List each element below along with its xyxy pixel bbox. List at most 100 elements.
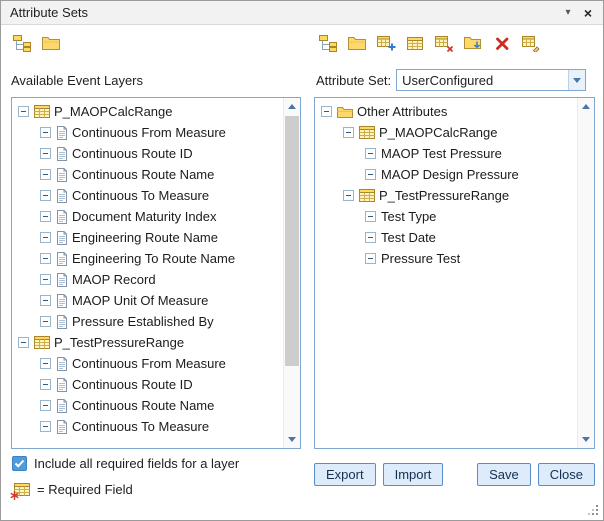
close-button[interactable]: Close <box>538 463 595 486</box>
collapse-expander-icon[interactable] <box>40 274 51 285</box>
tree-item[interactable]: Other Attributes <box>315 101 577 122</box>
tree-item[interactable]: Continuous From Measure <box>12 353 283 374</box>
right-panel-scrollbar[interactable] <box>577 98 594 448</box>
doc-icon <box>56 189 68 203</box>
doc-icon <box>56 252 68 266</box>
tree-item[interactable]: Continuous Route ID <box>12 143 283 164</box>
collapse-expander-icon[interactable] <box>365 253 376 264</box>
delete-attribute-set-icon[interactable] <box>489 31 514 55</box>
collapse-expander-icon[interactable] <box>40 400 51 411</box>
tree-item[interactable]: P_TestPressureRange <box>12 332 283 353</box>
new-attribute-set-icon[interactable] <box>9 31 34 55</box>
collapse-expander-icon[interactable] <box>18 106 29 117</box>
tree-item-label: MAOP Design Pressure <box>381 167 519 182</box>
tree-item[interactable]: Document Maturity Index <box>12 206 283 227</box>
tree-item[interactable]: MAOP Design Pressure <box>315 164 577 185</box>
collapse-expander-icon[interactable] <box>18 337 29 348</box>
save-attribute-set-icon[interactable] <box>460 31 485 55</box>
collapse-expander-icon[interactable] <box>40 211 51 222</box>
scroll-up-icon[interactable] <box>578 98 594 115</box>
tree-item[interactable]: MAOP Record <box>12 269 283 290</box>
tree-item[interactable]: MAOP Test Pressure <box>315 143 577 164</box>
tree-item[interactable]: MAOP Unit Of Measure <box>12 290 283 311</box>
collapse-expander-icon[interactable] <box>365 148 376 159</box>
save-button[interactable]: Save <box>477 463 531 486</box>
tree-item[interactable]: Engineering To Route Name <box>12 248 283 269</box>
attribute-set-row: Attribute Set: UserConfigured <box>316 69 586 91</box>
tree-item-label: P_MAOPCalcRange <box>379 125 498 140</box>
tree-item[interactable]: P_TestPressureRange <box>315 185 577 206</box>
tree-item-label: Test Date <box>381 230 436 245</box>
tree-item[interactable]: Engineering Route Name <box>12 227 283 248</box>
collapse-expander-icon[interactable] <box>321 106 332 117</box>
doc-icon <box>56 399 68 413</box>
scroll-up-icon[interactable] <box>284 98 300 115</box>
left-panel-scrollbar[interactable] <box>283 98 300 448</box>
tree-item[interactable]: Continuous Route Name <box>12 164 283 185</box>
collapse-expander-icon[interactable] <box>365 169 376 180</box>
include-required-fields-label: Include all required fields for a layer <box>34 456 239 471</box>
footer-buttons: Export Import Save Close <box>314 463 595 486</box>
collapse-expander-icon[interactable] <box>40 295 51 306</box>
collapse-expander-icon[interactable] <box>365 232 376 243</box>
required-field-icon <box>12 483 30 497</box>
collapse-expander-icon[interactable] <box>40 253 51 264</box>
collapse-expander-icon[interactable] <box>40 127 51 138</box>
doc-icon <box>56 357 68 371</box>
folder-icon <box>337 105 353 118</box>
table-icon <box>359 126 375 139</box>
remove-field-icon[interactable] <box>431 31 456 55</box>
required-asterisk-icon <box>10 491 19 500</box>
toolbar-left <box>9 31 67 55</box>
collapse-expander-icon[interactable] <box>343 127 354 138</box>
tree-item[interactable]: P_MAOPCalcRange <box>12 101 283 122</box>
tree-item[interactable]: Continuous Route ID <box>12 374 283 395</box>
scroll-down-icon[interactable] <box>284 431 300 448</box>
table-icon <box>359 189 375 202</box>
open-attribute-set-icon[interactable] <box>344 31 369 55</box>
collapse-expander-icon[interactable] <box>40 169 51 180</box>
collapse-expander-icon[interactable] <box>40 358 51 369</box>
include-required-fields-checkbox[interactable] <box>12 456 27 471</box>
open-attribute-set-icon[interactable] <box>38 31 63 55</box>
tree-item-label: Continuous Route Name <box>72 398 214 413</box>
collapse-expander-icon[interactable] <box>365 211 376 222</box>
tree-item-label: Continuous To Measure <box>72 188 209 203</box>
collapse-window-icon[interactable]: ▾ <box>558 4 578 22</box>
collapse-expander-icon[interactable] <box>343 190 354 201</box>
scroll-down-icon[interactable] <box>578 431 594 448</box>
add-field-icon[interactable] <box>373 31 398 55</box>
tree-item-label: Pressure Established By <box>72 314 214 329</box>
dropdown-arrow-icon[interactable] <box>568 70 585 90</box>
collapse-expander-icon[interactable] <box>40 190 51 201</box>
tree-item[interactable]: Continuous Route Name <box>12 395 283 416</box>
edit-attribute-set-icon[interactable] <box>518 31 543 55</box>
resize-grip-icon[interactable] <box>596 513 598 515</box>
tree-item-label: Continuous Route Name <box>72 167 214 182</box>
tree-item[interactable]: Continuous To Measure <box>12 185 283 206</box>
tree-item-label: MAOP Unit Of Measure <box>72 293 208 308</box>
close-window-icon[interactable]: × <box>578 4 598 22</box>
tree-item[interactable]: Continuous To Measure <box>12 416 283 437</box>
toolbar-right <box>315 31 547 55</box>
tree-item[interactable]: Pressure Test <box>315 248 577 269</box>
collapse-expander-icon[interactable] <box>40 316 51 327</box>
collapse-expander-icon[interactable] <box>40 148 51 159</box>
tree-item[interactable]: P_MAOPCalcRange <box>315 122 577 143</box>
doc-icon <box>56 168 68 182</box>
collapse-expander-icon[interactable] <box>40 421 51 432</box>
import-button[interactable]: Import <box>383 463 444 486</box>
tree-item-label: Continuous Route ID <box>72 146 193 161</box>
collapse-expander-icon[interactable] <box>40 232 51 243</box>
export-button[interactable]: Export <box>314 463 376 486</box>
scrollbar-thumb[interactable] <box>285 116 299 366</box>
tree-item[interactable]: Test Date <box>315 227 577 248</box>
tree-item[interactable]: Continuous From Measure <box>12 122 283 143</box>
new-attribute-set-icon[interactable] <box>315 31 340 55</box>
tree-item[interactable]: Pressure Established By <box>12 311 283 332</box>
field-table-icon[interactable] <box>402 31 427 55</box>
tree-item[interactable]: Test Type <box>315 206 577 227</box>
available-event-layers-tree: P_MAOPCalcRangeContinuous From MeasureCo… <box>12 98 283 448</box>
attribute-set-dropdown[interactable]: UserConfigured <box>396 69 586 91</box>
collapse-expander-icon[interactable] <box>40 379 51 390</box>
